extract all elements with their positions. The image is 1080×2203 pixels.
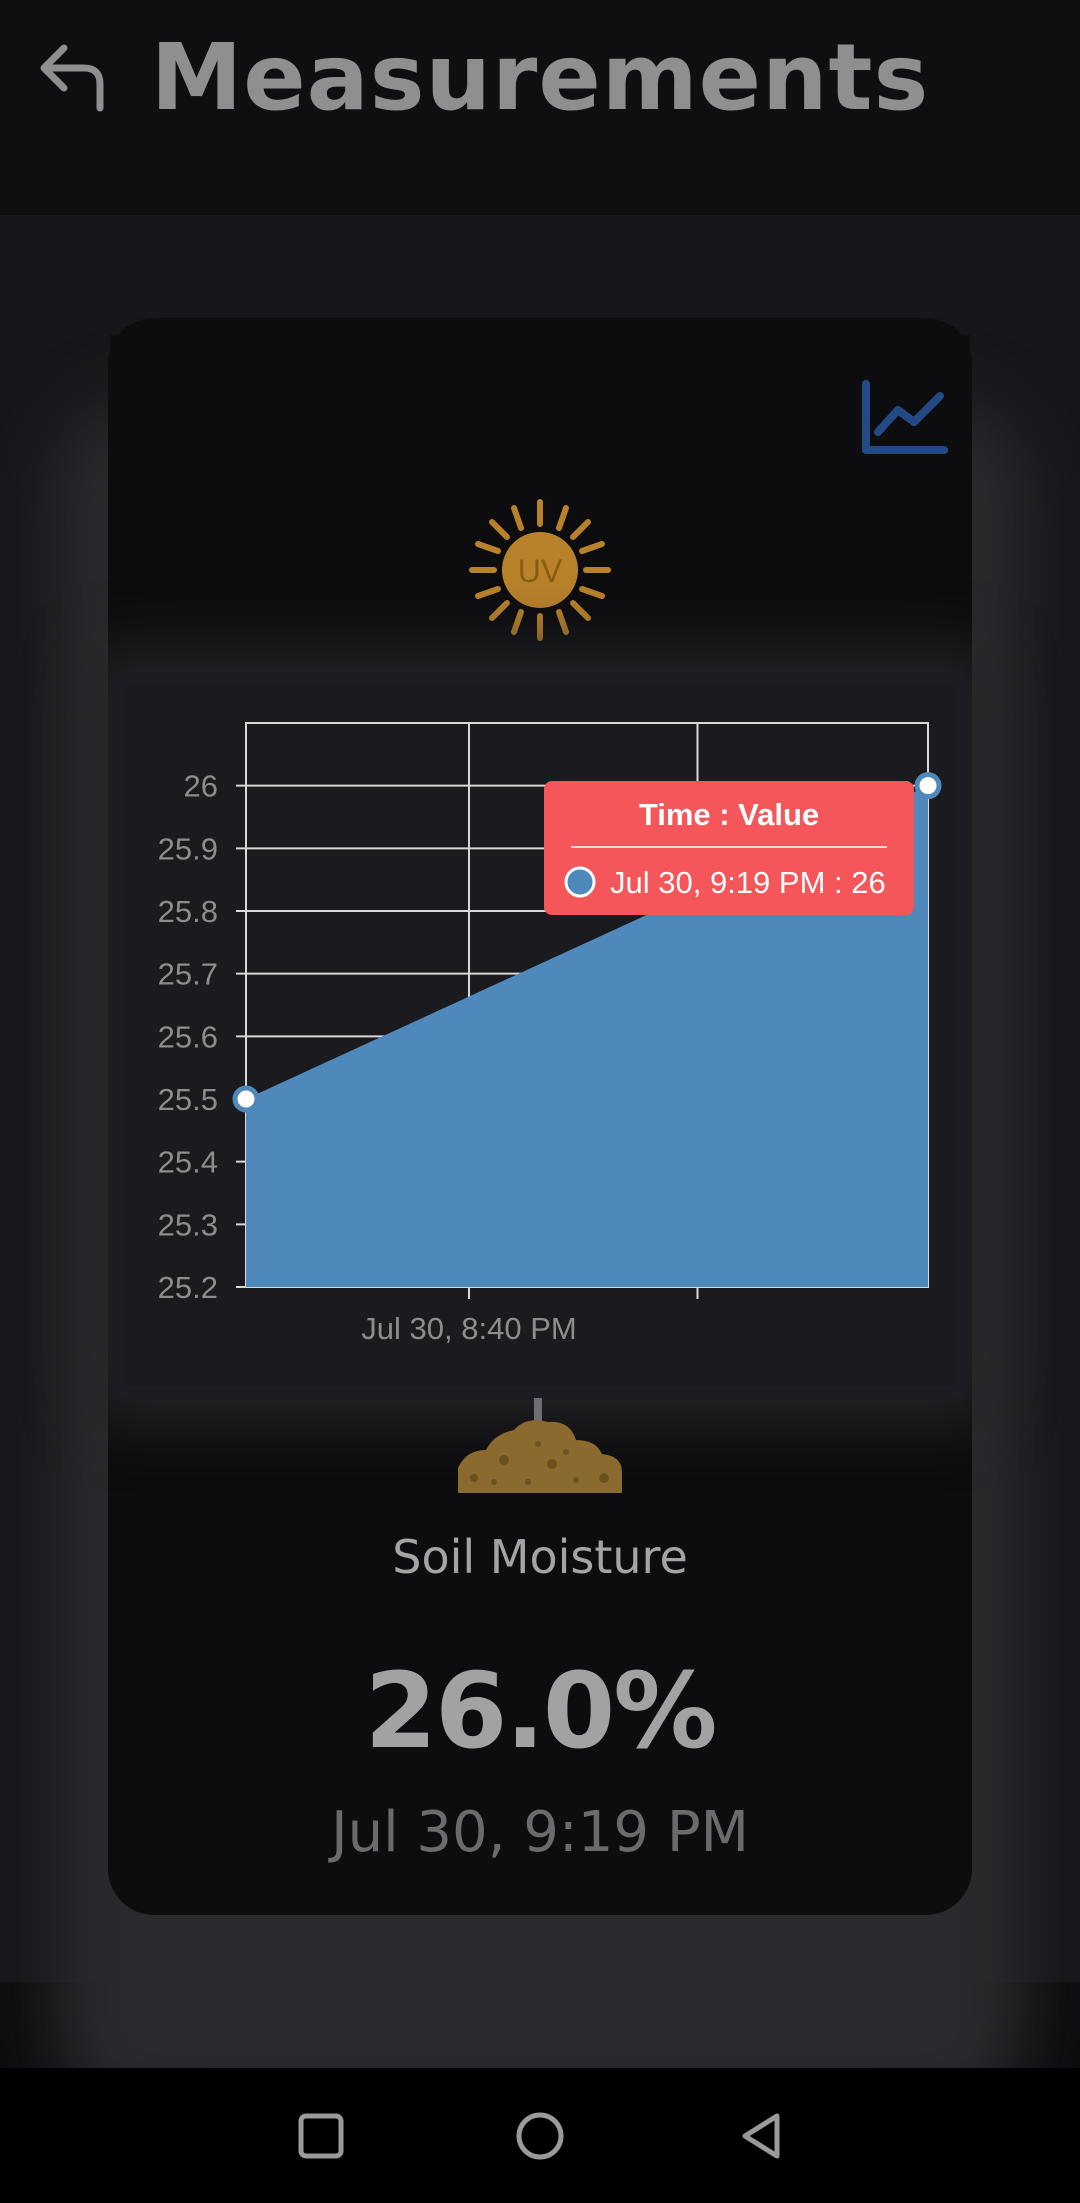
line-chart-icon[interactable] [860, 380, 948, 456]
y-tick-label: 25.5 [158, 1082, 218, 1117]
home-circle-icon[interactable] [510, 2106, 570, 2166]
x-tick-label: Jul 30, 8:40 PM [361, 1311, 576, 1346]
y-tick-label: 25.6 [158, 1019, 218, 1054]
soil-icon [458, 1398, 622, 1493]
chart-popup[interactable]: 26 25.9 25.8 25.7 25.6 25.5 25.4 25.3 25.2 Jul 30… [112, 672, 968, 1398]
area-chart[interactable]: 26 25.9 25.8 25.7 25.6 25.5 25.4 25.3 25.2 Jul 30… [124, 684, 956, 1386]
y-tick-label: 25.8 [158, 894, 218, 929]
soil-moisture-value: 26.0% [364, 1650, 718, 1772]
back-triangle-icon[interactable] [731, 2106, 791, 2166]
tooltip-entry: Jul 30, 9:19 PM : 26 [610, 865, 886, 900]
app-header: Measurements [0, 0, 1080, 215]
y-tick-label: 25.7 [158, 957, 218, 992]
uv-label: UV [518, 553, 563, 589]
chart-tooltip: Time : Value Jul 30, 9:19 PM : 26 [544, 781, 914, 915]
system-nav-bar [0, 2068, 1080, 2203]
y-tick-label: 25.4 [158, 1145, 218, 1180]
y-tick-label: 25.3 [158, 1207, 218, 1242]
y-tick-label: 26 [184, 769, 218, 804]
uv-sun-icon: UV [469, 499, 611, 641]
tooltip-title: Time : Value [639, 797, 819, 832]
y-tick-label: 25.2 [158, 1270, 218, 1305]
tooltip-marker [564, 866, 596, 898]
soil-moisture-label: Soil Moisture [392, 1530, 688, 1584]
y-tick-label: 25.9 [158, 831, 218, 866]
data-point [914, 772, 942, 800]
chart-panel: 26 25.9 25.8 25.7 25.6 25.5 25.4 25.3 25.2 Jul 30… [124, 684, 956, 1386]
soil-moisture-timestamp: Jul 30, 9:19 PM [331, 1800, 749, 1865]
recents-square-icon[interactable] [291, 2106, 351, 2166]
data-point [232, 1085, 260, 1113]
page-title: Measurements [150, 24, 930, 131]
